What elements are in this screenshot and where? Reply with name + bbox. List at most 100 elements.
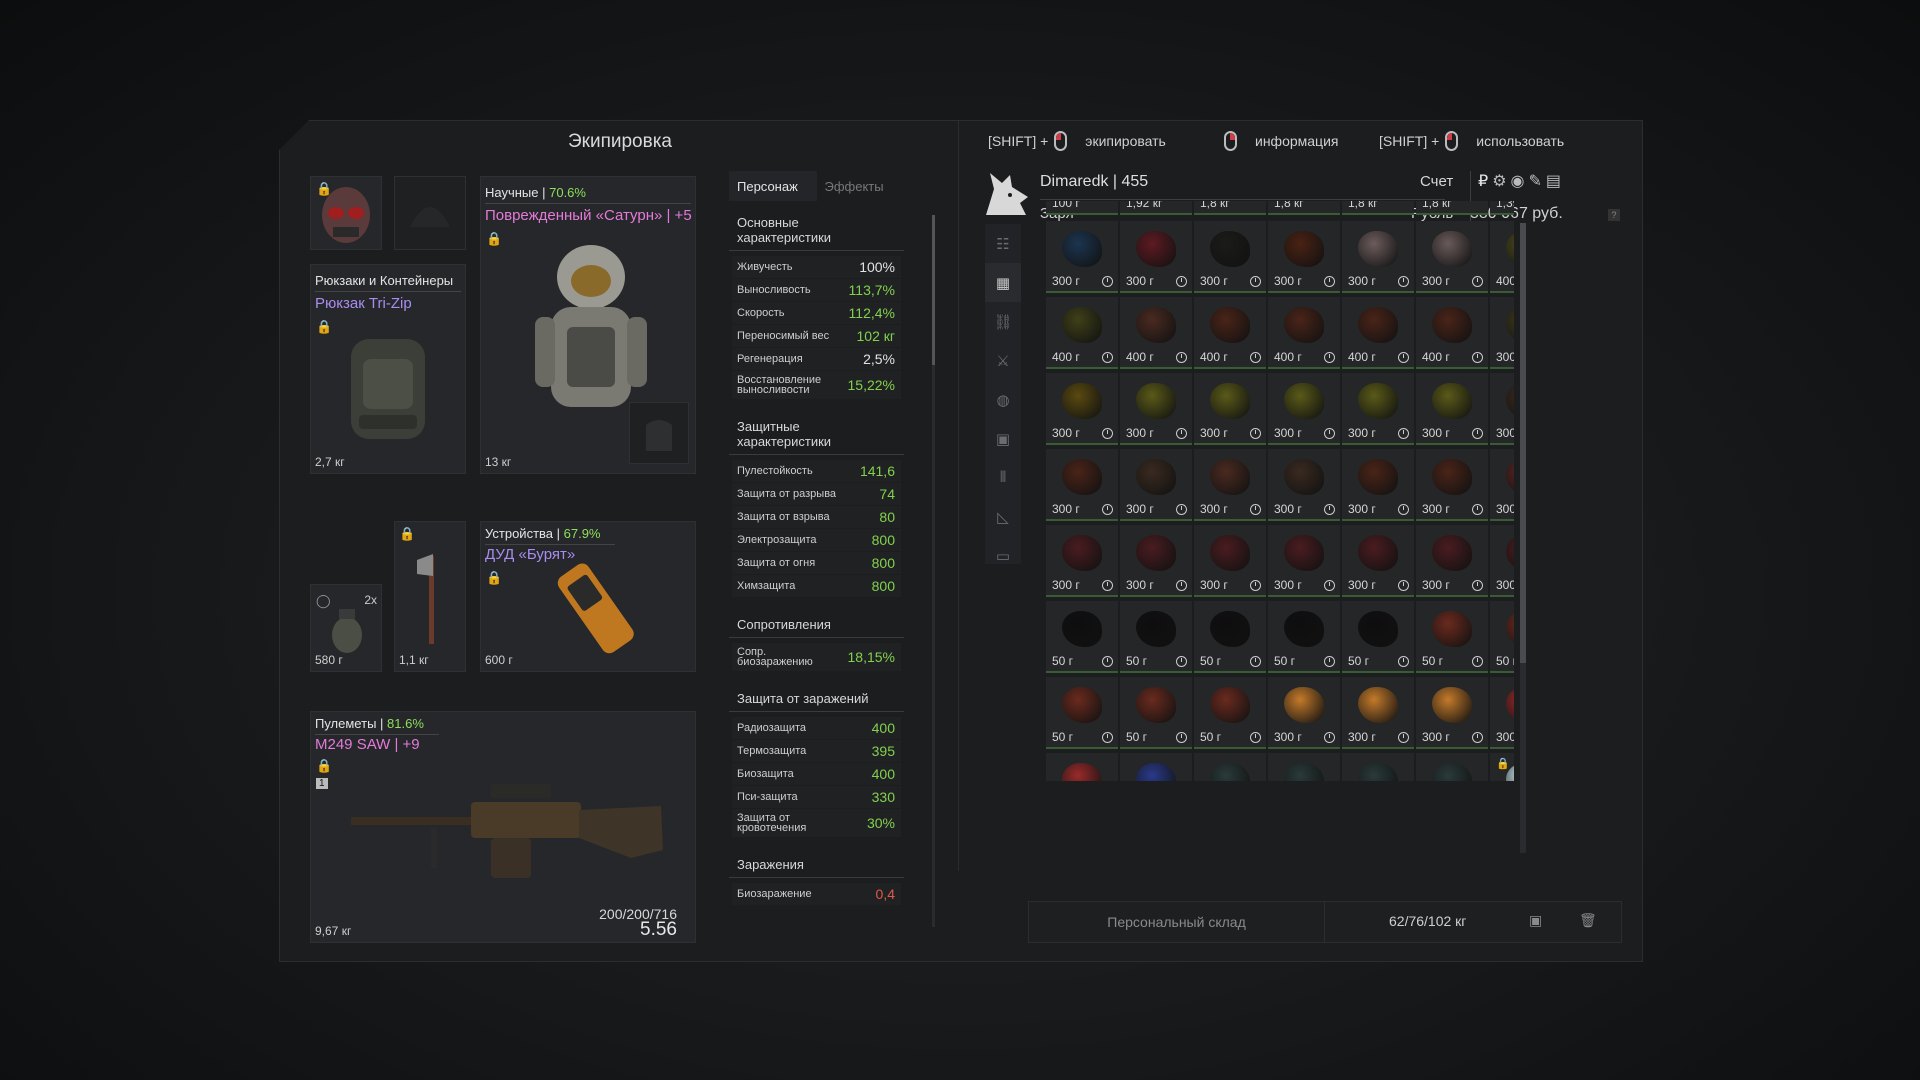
inventory-item[interactable]: 300 г [1342, 221, 1414, 293]
inventory-item[interactable]: 300 г🔒89% [1490, 753, 1514, 781]
stats-scrollbar[interactable] [932, 215, 935, 927]
trash-icon[interactable]: 🗑 [1579, 912, 1597, 929]
inventory-item[interactable]: 300 г [1416, 753, 1488, 781]
inventory-item[interactable]: 300 г [1342, 753, 1414, 781]
coin-currency-icon[interactable]: ◉ [1511, 171, 1525, 191]
inventory-item[interactable]: 50 г [1490, 601, 1514, 673]
device-slot[interactable]: Устройства | 67.9% ДУД «Бурят» 🔒 600 г [480, 521, 696, 672]
inventory-item[interactable]: 1,39 кг [1490, 201, 1514, 215]
inventory-item[interactable]: 50 г [1342, 601, 1414, 673]
backpack-slot[interactable]: Рюкзаки и Контейнеры Рюкзак Tri-Zip 🔒 2,… [310, 264, 466, 474]
inventory-item[interactable]: 1,8 кг [1342, 201, 1414, 215]
inventory-item[interactable]: 300 г [1268, 677, 1340, 749]
inventory-item[interactable]: 300 г [1268, 373, 1340, 445]
inventory-item[interactable]: 300 г [1268, 449, 1340, 521]
helmet-slot[interactable] [394, 176, 466, 250]
inventory-item[interactable]: 300 г [1120, 525, 1192, 597]
inventory-item[interactable]: 400 г [1268, 297, 1340, 369]
stats-section: Заражения Биозаражение 0,4 [729, 851, 904, 905]
inventory-item[interactable]: 300 г [1342, 449, 1414, 521]
inventory-item[interactable]: 300 г [1490, 373, 1514, 445]
inventory-item[interactable]: 1,8 кг [1194, 201, 1266, 215]
inventory-item[interactable]: 300 г [1416, 677, 1488, 749]
inventory-item[interactable]: 300 г [1490, 297, 1514, 369]
inventory-item[interactable]: 400 г [1046, 297, 1118, 369]
inventory-item[interactable]: 50 г [1416, 601, 1488, 673]
inventory-item[interactable]: 100 г [1046, 201, 1118, 215]
inventory-item[interactable]: 300 г [1342, 677, 1414, 749]
tab-effects[interactable]: Эффекты [817, 171, 905, 201]
inventory-item[interactable]: 300 г [1120, 753, 1192, 781]
inventory-item[interactable]: 400 г [1416, 297, 1488, 369]
inventory-item[interactable]: 300 г [1416, 373, 1488, 445]
inventory-item[interactable]: 300 г [1416, 221, 1488, 293]
inventory-item[interactable]: 50 г [1194, 601, 1266, 673]
weapon-slot[interactable]: Пулеметы | 81.6% M249 SAW | +9 🔒 1 200/2… [310, 711, 696, 943]
ammo-icon[interactable]: ⦀ [985, 458, 1021, 497]
inventory-item[interactable]: 1,8 кг [1416, 201, 1488, 215]
inventory-item[interactable]: 300 г [1490, 449, 1514, 521]
inventory-item[interactable]: 300 г [1490, 525, 1514, 597]
inventory-item[interactable]: 300 г [1342, 525, 1414, 597]
inventory-item[interactable]: 300 г [1046, 753, 1118, 781]
personal-storage-button[interactable]: Персональный склад [1029, 902, 1325, 942]
inventory-item[interactable]: 300 г [1194, 753, 1266, 781]
inventory-item[interactable]: 300 г [1194, 221, 1266, 293]
lock-icon: 🔒 [316, 181, 333, 196]
armor-slot[interactable]: Научные | 70.6% Поврежденный «Сатурн» | … [480, 176, 696, 474]
inventory-item[interactable]: 1,8 кг [1268, 201, 1340, 215]
inventory-item[interactable]: 400 г [1194, 297, 1266, 369]
armor-weight: 13 кг [485, 455, 512, 469]
inventory-item[interactable]: 300 г [1194, 525, 1266, 597]
inventory-item[interactable]: 1,92 кг [1120, 201, 1192, 215]
inventory-item[interactable]: 300 г [1046, 373, 1118, 445]
ticket-currency-icon[interactable]: ▤ [1546, 171, 1561, 191]
melee-slot[interactable]: 🔒 1,1 кг [394, 521, 466, 672]
inventory-item[interactable]: 300 г [1490, 677, 1514, 749]
list-icon[interactable]: ☷ [985, 224, 1021, 263]
inventory-item[interactable]: 50 г [1120, 601, 1192, 673]
box-icon[interactable]: ▭ [985, 536, 1021, 575]
mask-slot[interactable]: 🔒 [310, 176, 382, 250]
misc-icon[interactable]: ◺ [985, 497, 1021, 536]
inventory-item[interactable]: 50 г [1046, 601, 1118, 673]
link-icon[interactable]: ⛓ [985, 302, 1021, 341]
inventory-item[interactable]: 300 г [1194, 373, 1266, 445]
inventory-item[interactable]: 50 г [1268, 601, 1340, 673]
inventory-item[interactable]: 50 г [1046, 677, 1118, 749]
inventory-item[interactable]: 300 г [1342, 373, 1414, 445]
clock-icon [1102, 428, 1113, 439]
inventory-scrollbar[interactable] [1520, 223, 1526, 853]
inventory-item[interactable]: 300 г [1046, 449, 1118, 521]
inventory-item[interactable]: 50 г [1120, 677, 1192, 749]
armor-addon-slot[interactable] [629, 402, 689, 464]
inventory-item[interactable]: 300 г [1268, 753, 1340, 781]
inventory-item[interactable]: 300 г [1268, 525, 1340, 597]
inventory-item[interactable]: 300 г [1046, 525, 1118, 597]
gear-currency-icon[interactable]: ⚙ [1492, 171, 1506, 191]
token-currency-icon[interactable]: ✎ [1529, 171, 1542, 191]
inventory-item[interactable]: 50 г [1194, 677, 1266, 749]
help-icon[interactable]: ? [1608, 209, 1620, 221]
inventory-item[interactable]: 300 г [1268, 221, 1340, 293]
grid-icon[interactable]: ▦ [985, 263, 1021, 302]
tab-character[interactable]: Персонаж [729, 171, 817, 201]
inventory-item[interactable]: 300 г [1120, 221, 1192, 293]
inventory-item[interactable]: 300 г [1416, 449, 1488, 521]
inventory-item[interactable]: 300 г [1120, 373, 1192, 445]
inventory-item[interactable]: 400 г [1490, 221, 1514, 293]
inventory-item[interactable]: 300 г [1120, 449, 1192, 521]
inventory-item[interactable]: 300 г [1046, 221, 1118, 293]
helmet-placeholder-icon [410, 207, 450, 227]
artifact-icon[interactable]: ◍ [985, 380, 1021, 419]
weapon-icon[interactable]: ⚔ [985, 341, 1021, 380]
bag-icon[interactable]: ▣ [1529, 912, 1542, 929]
inventory-item[interactable]: 400 г [1120, 297, 1192, 369]
ruble-icon[interactable]: ₽ [1478, 171, 1488, 191]
grenade-slot[interactable]: ◯ 2x 580 г [310, 584, 382, 672]
case-icon[interactable]: ▣ [985, 419, 1021, 458]
inventory-item[interactable]: 300 г [1416, 525, 1488, 597]
inventory-item[interactable]: 400 г [1342, 297, 1414, 369]
inventory-item[interactable]: 300 г [1194, 449, 1266, 521]
stats-section: Защитные характеристики Пулестойкость 141,… [729, 413, 904, 597]
